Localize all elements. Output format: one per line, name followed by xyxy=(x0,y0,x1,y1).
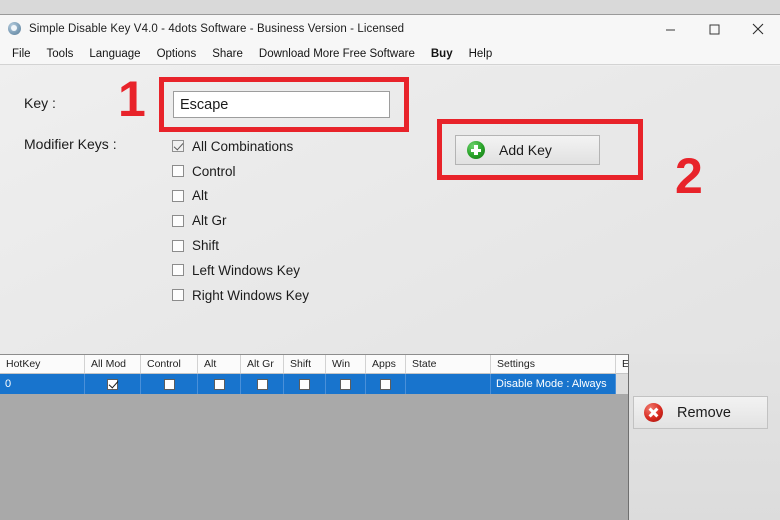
menu-item-file[interactable]: File xyxy=(4,45,39,63)
minimize-icon xyxy=(665,29,675,30)
menu-item-help[interactable]: Help xyxy=(461,45,501,63)
hotkeys-table: HotKey All Mod Control Alt Alt Gr Shift … xyxy=(0,354,629,520)
minimize-button[interactable] xyxy=(648,15,692,43)
cell-win[interactable] xyxy=(326,374,366,394)
menu-item-share[interactable]: Share xyxy=(204,45,251,63)
form-panel: Key : 1 Modifier Keys : All Combinations… xyxy=(0,66,780,354)
table-header-row: HotKey All Mod Control Alt Alt Gr Shift … xyxy=(0,355,628,374)
maximize-button[interactable] xyxy=(692,15,736,43)
application-window: Simple Disable Key V4.0 - 4dots Software… xyxy=(0,14,780,520)
cell-hotkey: 0 xyxy=(0,374,85,394)
key-input[interactable] xyxy=(173,91,390,118)
cell-shift[interactable] xyxy=(284,374,326,394)
red-x-icon xyxy=(644,403,663,422)
add-key-button[interactable]: Add Key xyxy=(455,135,600,165)
close-icon xyxy=(752,23,764,35)
checkbox-icon xyxy=(172,289,184,302)
checkbox-icon xyxy=(172,214,184,227)
menu-item-buy[interactable]: Buy xyxy=(423,45,461,63)
annotation-step-1: 1 xyxy=(118,71,146,127)
checkbox-label: Alt Gr xyxy=(192,213,227,229)
checkbox-control[interactable]: Control xyxy=(172,159,402,184)
cell-control[interactable] xyxy=(141,374,198,394)
modifier-keys-list: All Combinations Control Alt Alt Gr Shif… xyxy=(172,134,402,308)
checkbox-icon xyxy=(172,264,184,277)
checkbox-icon xyxy=(172,239,184,252)
checkbox-icon xyxy=(340,378,351,390)
checkbox-icon xyxy=(256,378,268,390)
column-header-settings[interactable]: Settings xyxy=(491,355,616,373)
column-header-alt-gr[interactable]: Alt Gr xyxy=(241,355,284,373)
column-header-state[interactable]: State xyxy=(406,355,491,373)
checkbox-shift[interactable]: Shift xyxy=(172,233,402,258)
checkbox-icon xyxy=(107,378,118,390)
checkbox-right-windows-key[interactable]: Right Windows Key xyxy=(172,283,402,308)
app-root: Simple Disable Key V4.0 - 4dots Software… xyxy=(0,0,780,520)
column-header-all-mod[interactable]: All Mod xyxy=(85,355,141,373)
table-row[interactable]: 0 Disable Mode: Always xyxy=(0,374,628,394)
cell-alt[interactable] xyxy=(198,374,241,394)
modifier-keys-label: Modifier Keys : xyxy=(24,136,117,152)
add-key-label: Add Key xyxy=(499,142,552,158)
checkbox-label: Control xyxy=(192,163,236,179)
cell-state xyxy=(406,374,491,394)
column-header-control[interactable]: Control xyxy=(141,355,198,373)
column-header-hotkey[interactable]: HotKey xyxy=(0,355,85,373)
column-header-apps[interactable]: Apps xyxy=(366,355,406,373)
annotation-step-2: 2 xyxy=(675,148,703,204)
menu-item-tools[interactable]: Tools xyxy=(39,45,82,63)
column-header-edit[interactable]: Ed xyxy=(616,355,628,373)
checkbox-icon xyxy=(172,140,184,153)
column-header-alt[interactable]: Alt xyxy=(198,355,241,373)
checkbox-label: Shift xyxy=(192,238,220,254)
checkbox-label: Right Windows Key xyxy=(192,287,310,303)
checkbox-label: Left Windows Key xyxy=(192,262,301,278)
checkbox-alt-gr[interactable]: Alt Gr xyxy=(172,208,402,233)
menu-item-download-more-free-software[interactable]: Download More Free Software xyxy=(251,45,423,63)
cell-apps[interactable] xyxy=(366,374,406,394)
cell-alt-gr[interactable] xyxy=(241,374,284,394)
cell-settings: Disable Mode : Always xyxy=(491,374,616,394)
key-label: Key : xyxy=(24,95,56,111)
side-panel xyxy=(629,354,780,520)
green-plus-icon xyxy=(467,141,485,159)
menu-bar: File Tools Language Options Share Downlo… xyxy=(0,43,780,65)
checkbox-left-windows-key[interactable]: Left Windows Key xyxy=(172,258,402,283)
checkbox-all-combinations[interactable]: All Combinations xyxy=(172,134,402,159)
column-header-win[interactable]: Win xyxy=(326,355,366,373)
window-title: Simple Disable Key V4.0 - 4dots Software… xyxy=(29,23,405,35)
checkbox-alt[interactable]: Alt xyxy=(172,184,402,209)
checkbox-label: Alt xyxy=(192,188,208,204)
checkbox-icon xyxy=(163,378,175,390)
checkbox-label: All Combinations xyxy=(192,138,294,154)
checkbox-icon xyxy=(213,378,225,390)
checkbox-icon xyxy=(380,378,391,390)
title-bar: Simple Disable Key V4.0 - 4dots Software… xyxy=(0,15,780,43)
app-icon xyxy=(7,21,23,37)
checkbox-icon xyxy=(172,189,184,202)
remove-label: Remove xyxy=(677,404,731,421)
column-header-shift[interactable]: Shift xyxy=(284,355,326,373)
menu-item-language[interactable]: Language xyxy=(81,45,148,63)
checkbox-icon xyxy=(172,165,184,178)
window-controls xyxy=(648,15,780,43)
remove-button[interactable]: Remove xyxy=(633,396,768,429)
menu-item-options[interactable]: Options xyxy=(149,45,205,63)
cell-edit[interactable] xyxy=(616,374,628,394)
cell-all-mod[interactable] xyxy=(85,374,141,394)
maximize-icon xyxy=(709,24,719,34)
checkbox-icon xyxy=(299,378,310,390)
close-button[interactable] xyxy=(736,15,780,43)
